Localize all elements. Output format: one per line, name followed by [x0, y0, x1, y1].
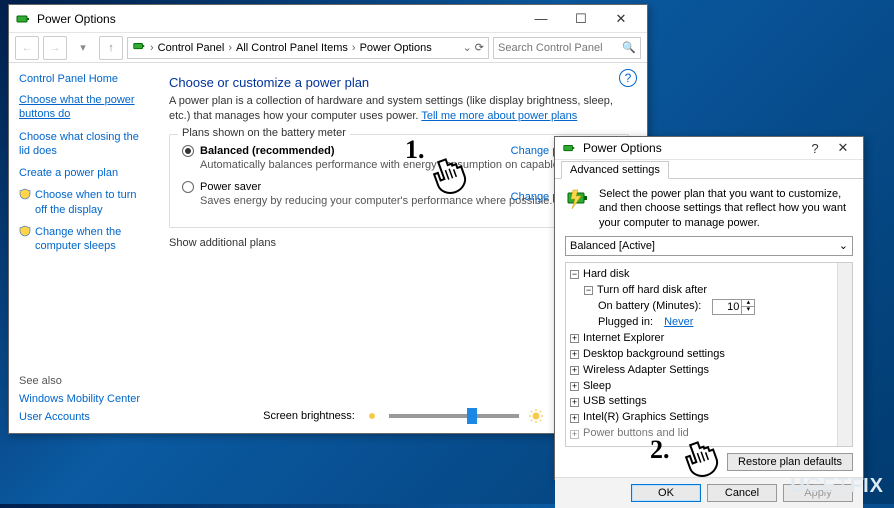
cancel-button[interactable]: Cancel [707, 484, 777, 502]
up-button[interactable]: ↑ [99, 36, 123, 60]
sidebar-link-computer-sleeps[interactable]: Change when the computer sleeps [35, 225, 149, 254]
battery-icon [15, 11, 31, 27]
expand-icon[interactable]: + [570, 382, 579, 391]
chevron-right-icon[interactable]: › [150, 42, 154, 54]
sidebar-link-closing-lid[interactable]: Choose what closing the lid does [19, 130, 149, 159]
tab-advanced-settings[interactable]: Advanced settings [561, 161, 669, 179]
close-button[interactable]: ✕ [601, 7, 641, 31]
dropdown-icon[interactable]: ⌄ [463, 41, 472, 54]
chevron-right-icon[interactable]: › [352, 42, 356, 54]
nav-toolbar: ← → ▾ ↑ › Control Panel › All Control Pa… [9, 33, 647, 63]
search-icon[interactable]: 🔍 [622, 41, 636, 54]
restore-defaults-button[interactable]: Restore plan defaults [727, 453, 853, 471]
spin-down[interactable]: ▾ [742, 307, 754, 314]
see-also-header: See also [19, 375, 149, 387]
search-input[interactable]: Search Control Panel 🔍 [493, 37, 641, 59]
dropdown-icon[interactable]: ⌄ [839, 239, 848, 252]
shield-icon [19, 225, 31, 237]
tree-item[interactable]: Power buttons and lid [583, 426, 689, 442]
expand-icon[interactable]: + [570, 334, 579, 343]
brightness-slider[interactable] [389, 414, 519, 418]
breadcrumb[interactable]: Power Options [360, 42, 432, 54]
expand-icon[interactable]: + [570, 398, 579, 407]
battery-icon [132, 39, 146, 56]
groupbox-label: Plans shown on the battery meter [178, 127, 350, 139]
tree-item[interactable]: Desktop background settings [583, 347, 725, 363]
expand-icon[interactable]: + [570, 430, 579, 439]
plan-combobox[interactable]: Balanced [Active] ⌄ [565, 236, 853, 256]
breadcrumb[interactable]: Control Panel [158, 42, 225, 54]
tree-hard-disk[interactable]: Hard disk [583, 267, 629, 283]
breadcrumb[interactable]: All Control Panel Items [236, 42, 348, 54]
minimize-button[interactable]: ― [521, 7, 561, 31]
sidebar-link-create-plan[interactable]: Create a power plan [19, 166, 118, 180]
sidebar-link-turn-off-display[interactable]: Choose when to turn off the display [35, 188, 149, 217]
on-battery-label: On battery (Minutes): [598, 299, 701, 315]
page-heading: Choose or customize a power plan [169, 75, 629, 90]
help-icon[interactable]: ? [619, 69, 637, 87]
scrollbar[interactable] [837, 263, 852, 446]
back-button[interactable]: ← [15, 36, 39, 60]
slider-thumb[interactable] [467, 408, 477, 424]
window-title: Power Options [37, 12, 521, 26]
control-panel-home-link[interactable]: Control Panel Home [19, 73, 149, 85]
ok-button[interactable]: OK [631, 484, 701, 502]
page-description: A power plan is a collection of hardware… [169, 94, 629, 124]
power-options-window: Power Options ― ☐ ✕ ← → ▾ ↑ › Control Pa… [8, 4, 648, 434]
tab-strip: Advanced settings [555, 160, 863, 179]
chevron-right-icon[interactable]: › [228, 42, 232, 54]
collapse-icon[interactable]: − [584, 286, 593, 295]
on-battery-value[interactable] [713, 301, 741, 313]
titlebar: Power Options ― ☐ ✕ [9, 5, 647, 33]
search-placeholder: Search Control Panel [498, 42, 603, 54]
radio-balanced[interactable] [182, 145, 194, 157]
plugged-in-value[interactable]: Never [664, 315, 693, 331]
radio-power-saver[interactable] [182, 181, 194, 193]
tree-turn-off[interactable]: Turn off hard disk after [597, 283, 707, 299]
dialog-title: Power Options [583, 141, 801, 155]
settings-tree[interactable]: −Hard disk −Turn off hard disk after On … [565, 262, 853, 447]
watermark: UGETFIX [790, 475, 884, 498]
plan-name: Balanced (recommended) [200, 145, 334, 157]
sidebar-link-power-buttons[interactable]: Choose what the power buttons do [19, 93, 149, 122]
sidebar: Control Panel Home Choose what the power… [9, 63, 159, 433]
see-also-user-accounts[interactable]: User Accounts [19, 411, 149, 423]
tree-item[interactable]: Wireless Adapter Settings [583, 363, 709, 379]
learn-more-link[interactable]: Tell me more about power plans [421, 110, 577, 122]
tree-item[interactable]: Sleep [583, 379, 611, 395]
power-plan-icon [565, 187, 591, 213]
collapse-icon[interactable]: − [570, 270, 579, 279]
plan-balanced: Balanced (recommended) Change plan setti… [182, 145, 616, 171]
plan-power-saver: Power saver Change plan settings Saves e… [182, 181, 616, 207]
sun-dim-icon [365, 409, 379, 423]
refresh-icon[interactable]: ⟳ [475, 41, 484, 54]
battery-icon [561, 140, 577, 156]
help-button[interactable]: ? [801, 137, 829, 159]
brightness-label: Screen brightness: [263, 410, 355, 422]
shield-icon [19, 188, 31, 200]
plugged-in-label: Plugged in: [598, 315, 653, 331]
on-battery-spinner[interactable]: ▴▾ [712, 299, 755, 315]
expand-icon[interactable]: + [570, 366, 579, 375]
see-also-mobility[interactable]: Windows Mobility Center [19, 393, 149, 405]
tree-item[interactable]: Intel(R) Graphics Settings [583, 410, 709, 426]
expand-icon[interactable]: + [570, 350, 579, 359]
forward-button[interactable]: → [43, 36, 67, 60]
tree-item[interactable]: USB settings [583, 394, 647, 410]
power-options-dialog: Power Options ? ✕ Advanced settings Sele… [554, 136, 864, 480]
sun-bright-icon [529, 409, 543, 423]
maximize-button[interactable]: ☐ [561, 7, 601, 31]
expand-icon[interactable]: + [570, 414, 579, 423]
recent-dropdown[interactable]: ▾ [71, 36, 95, 60]
address-bar[interactable]: › Control Panel › All Control Panel Item… [127, 37, 489, 59]
plan-name: Power saver [200, 181, 261, 193]
dialog-description: Select the power plan that you want to c… [599, 187, 853, 230]
close-button[interactable]: ✕ [829, 137, 857, 159]
tree-item[interactable]: Internet Explorer [583, 331, 664, 347]
